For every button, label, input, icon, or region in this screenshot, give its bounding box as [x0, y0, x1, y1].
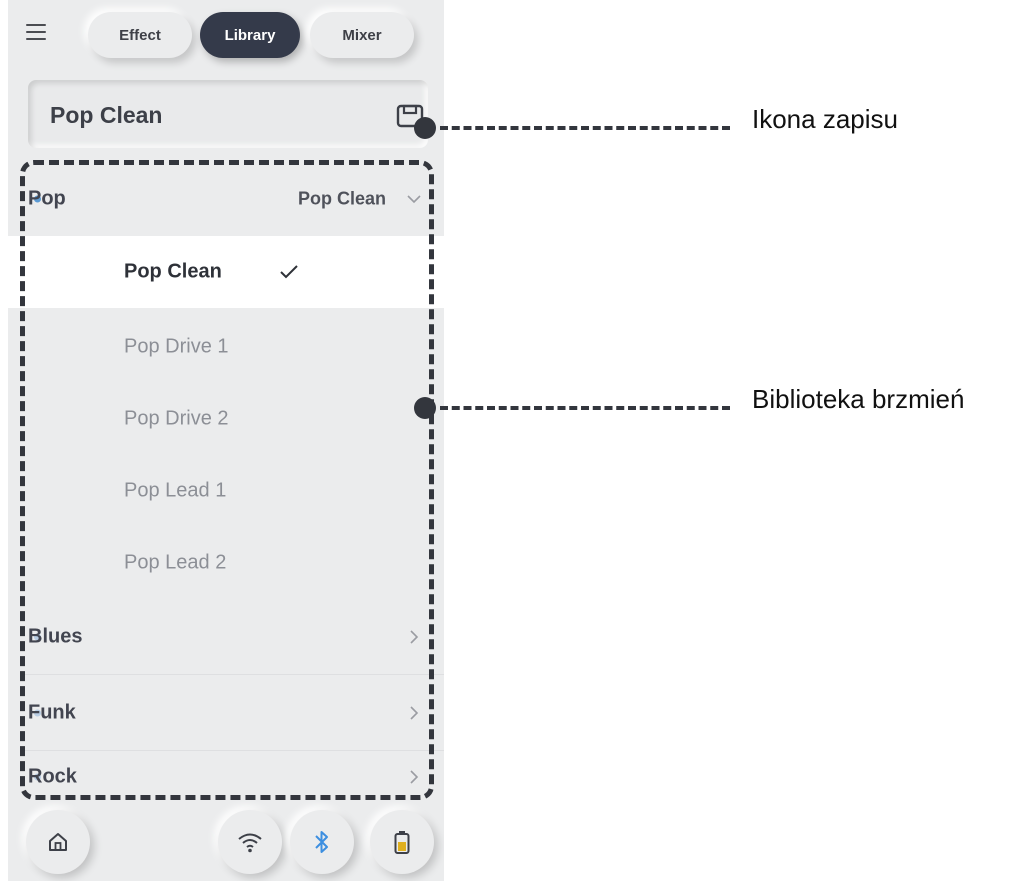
wifi-icon: [238, 833, 262, 853]
save-callout-label: Ikona zapisu: [752, 104, 898, 134]
library-callout-line: [440, 406, 730, 410]
library-highlight-frame: [20, 160, 434, 800]
save-callout-dot: [414, 117, 436, 139]
menu-icon[interactable]: [26, 24, 46, 40]
save-callout-line: [440, 126, 730, 130]
tab-mixer[interactable]: Mixer: [310, 12, 414, 58]
wifi-button[interactable]: [218, 810, 282, 874]
bluetooth-button[interactable]: [290, 810, 354, 874]
battery-button[interactable]: [370, 810, 434, 874]
preset-name: Pop Clean: [50, 102, 163, 128]
battery-icon: [394, 831, 410, 854]
tab-library[interactable]: Library: [200, 12, 300, 58]
preset-name-field[interactable]: Pop Clean: [28, 80, 428, 148]
home-icon: [49, 833, 67, 851]
library-callout-label: Biblioteka brzmień: [752, 384, 965, 414]
tab-effect[interactable]: Effect: [88, 12, 192, 58]
bluetooth-icon: [315, 831, 328, 853]
home-button[interactable]: [26, 810, 90, 874]
library-callout-dot: [414, 397, 436, 419]
